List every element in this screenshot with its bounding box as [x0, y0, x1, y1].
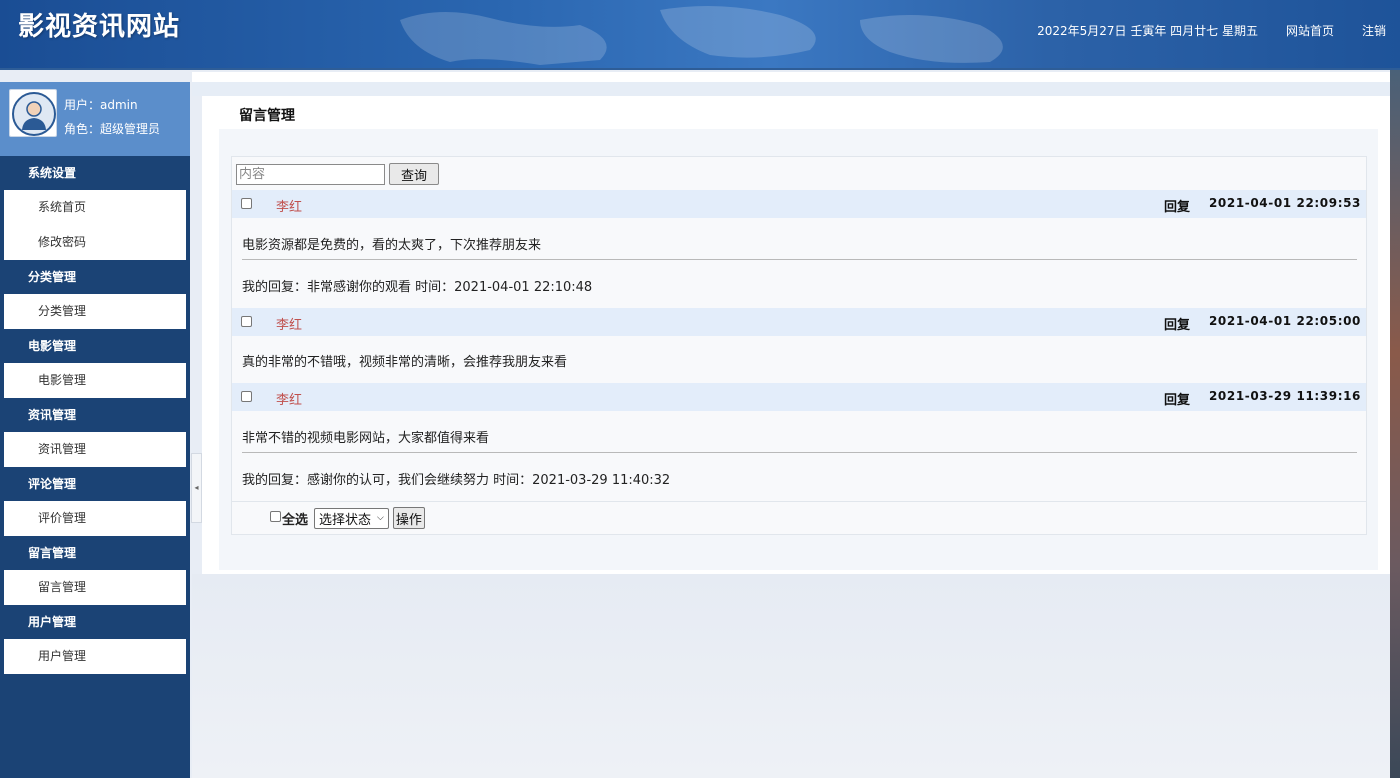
message-header: 李红 回复 2021-04-01 22:09:53 — [232, 190, 1366, 218]
nav-group-user: 用户管理 用户管理 — [0, 605, 190, 674]
nav-items: 资讯管理 — [4, 432, 186, 467]
site-title: 影视资讯网站 — [18, 12, 181, 42]
nav-items: 用户管理 — [4, 639, 186, 674]
home-link[interactable]: 网站首页 — [1286, 22, 1334, 39]
reply-button[interactable]: 回复 — [1164, 196, 1190, 215]
nav-item-review[interactable]: 评价管理 — [4, 501, 186, 536]
nav-group-title[interactable]: 用户管理 — [0, 605, 190, 639]
sidebar-collapse-toggle[interactable]: ◂ — [191, 453, 202, 523]
reply-button[interactable]: 回复 — [1164, 389, 1190, 408]
nav-group-title[interactable]: 资讯管理 — [0, 398, 190, 432]
message-box: 查询 李红 回复 2021-04-01 22:09:53 电影资源都是免费的，看… — [231, 156, 1367, 535]
message-time: 2021-04-01 22:09:53 — [1208, 196, 1361, 210]
message-checkbox[interactable] — [241, 316, 252, 327]
nav-item-system-home[interactable]: 系统首页 — [4, 190, 186, 225]
message-reply: 我的回复：感谢你的认可，我们会继续努力 时间：2021-03-29 11:40:… — [242, 473, 671, 488]
message-content: 真的非常的不错哦，视频非常的清晰，会推荐我朋友来看 — [242, 355, 568, 370]
message-header: 李红 回复 2021-03-29 11:39:16 — [232, 383, 1366, 411]
batch-actions: 全选 选择状态 ⌵ 操作 — [270, 507, 425, 529]
message-reply: 我的回复：非常感谢你的观看 时间：2021-04-01 22:10:48 — [242, 280, 593, 295]
window-edge — [1390, 70, 1400, 778]
header-right: 2022年5月27日 壬寅年 四月廿七 星期五 网站首页 注销 — [1009, 22, 1386, 39]
avatar — [9, 89, 57, 137]
sidebar: 用户：admin 角色：超级管理员 系统设置 系统首页 修改密码 分类管理 分类… — [0, 82, 190, 778]
action-button[interactable]: 操作 — [392, 507, 425, 529]
message-time: 2021-03-29 11:39:16 — [1208, 389, 1361, 403]
message-time: 2021-04-01 22:05:00 — [1208, 314, 1361, 328]
nav-group-title[interactable]: 电影管理 — [0, 329, 190, 363]
reply-divider — [242, 259, 1357, 260]
user-avatar-icon — [12, 92, 56, 136]
message-content: 电影资源都是免费的，看的太爽了，下次推荐朋友来 — [242, 238, 542, 253]
chevron-left-icon: ◂ — [194, 483, 199, 492]
search-bar: 查询 — [236, 163, 440, 185]
reply-divider — [242, 452, 1357, 453]
chevron-down-icon: ⌵ — [377, 513, 384, 523]
nav-item-change-password[interactable]: 修改密码 — [4, 225, 186, 260]
select-all-checkbox[interactable] — [270, 510, 281, 522]
nav-group-message: 留言管理 留言管理 — [0, 536, 190, 605]
nav-item-message[interactable]: 留言管理 — [4, 570, 186, 605]
status-select-value: 选择状态 — [319, 512, 372, 528]
date-display: 2022年5月27日 壬寅年 四月廿七 星期五 — [1037, 24, 1258, 38]
message-author: 李红 — [276, 200, 303, 215]
reply-button[interactable]: 回复 — [1164, 314, 1190, 333]
nav-group-title[interactable]: 系统设置 — [0, 156, 190, 190]
top-header: 影视资讯网站 2022年5月27日 壬寅年 四月廿七 星期五 网站首页 注销 — [0, 0, 1400, 70]
nav-item-news[interactable]: 资讯管理 — [4, 432, 186, 467]
nav-group-title[interactable]: 评论管理 — [0, 467, 190, 501]
status-select[interactable]: 选择状态 ⌵ — [314, 507, 389, 529]
panel-inner: 查询 李红 回复 2021-04-01 22:09:53 电影资源都是免费的，看… — [219, 129, 1378, 570]
nav-group-news: 资讯管理 资讯管理 — [0, 398, 190, 467]
main-top-strip — [192, 72, 1390, 82]
logout-link[interactable]: 注销 — [1362, 22, 1386, 39]
page-title: 留言管理 — [239, 108, 295, 124]
nav-group-movie: 电影管理 电影管理 — [0, 329, 190, 398]
message-header: 李红 回复 2021-04-01 22:05:00 — [232, 308, 1366, 336]
footer-divider — [232, 501, 1366, 502]
user-role: 角色：超级管理员 — [64, 122, 161, 136]
message-content: 非常不错的视频电影网站，大家都值得来看 — [242, 431, 490, 446]
select-all-label: 全选 — [282, 512, 309, 528]
nav-group-comment: 评论管理 评价管理 — [0, 467, 190, 536]
world-map-decoration — [400, 6, 1003, 65]
nav-items: 留言管理 — [4, 570, 186, 605]
nav-items: 分类管理 — [4, 294, 186, 329]
message-checkbox[interactable] — [241, 198, 252, 209]
main-band — [192, 82, 1390, 96]
main-lower-area — [192, 574, 1390, 778]
search-input[interactable] — [236, 163, 385, 185]
message-author: 李红 — [276, 318, 303, 333]
nav-group-title[interactable]: 留言管理 — [0, 536, 190, 570]
nav-items: 电影管理 — [4, 363, 186, 398]
nav-item-user[interactable]: 用户管理 — [4, 639, 186, 674]
user-name: 用户：admin — [64, 98, 138, 112]
message-checkbox[interactable] — [241, 391, 252, 402]
nav-item-category[interactable]: 分类管理 — [4, 294, 186, 329]
nav-group-title[interactable]: 分类管理 — [0, 260, 190, 294]
nav-group-system: 系统设置 系统首页 修改密码 — [0, 156, 190, 260]
nav-items: 评价管理 — [4, 501, 186, 536]
nav-group-category: 分类管理 分类管理 — [0, 260, 190, 329]
message-author: 李红 — [276, 393, 303, 408]
search-button[interactable]: 查询 — [389, 163, 440, 185]
content-panel: 留言管理 查询 李红 回复 2021-04-01 22:09:53 电影资源都是… — [202, 96, 1390, 574]
nav-item-movie[interactable]: 电影管理 — [4, 363, 186, 398]
user-info: 用户：admin 角色：超级管理员 — [64, 93, 160, 141]
user-box: 用户：admin 角色：超级管理员 — [0, 82, 190, 156]
nav-items: 系统首页 修改密码 — [4, 190, 186, 260]
